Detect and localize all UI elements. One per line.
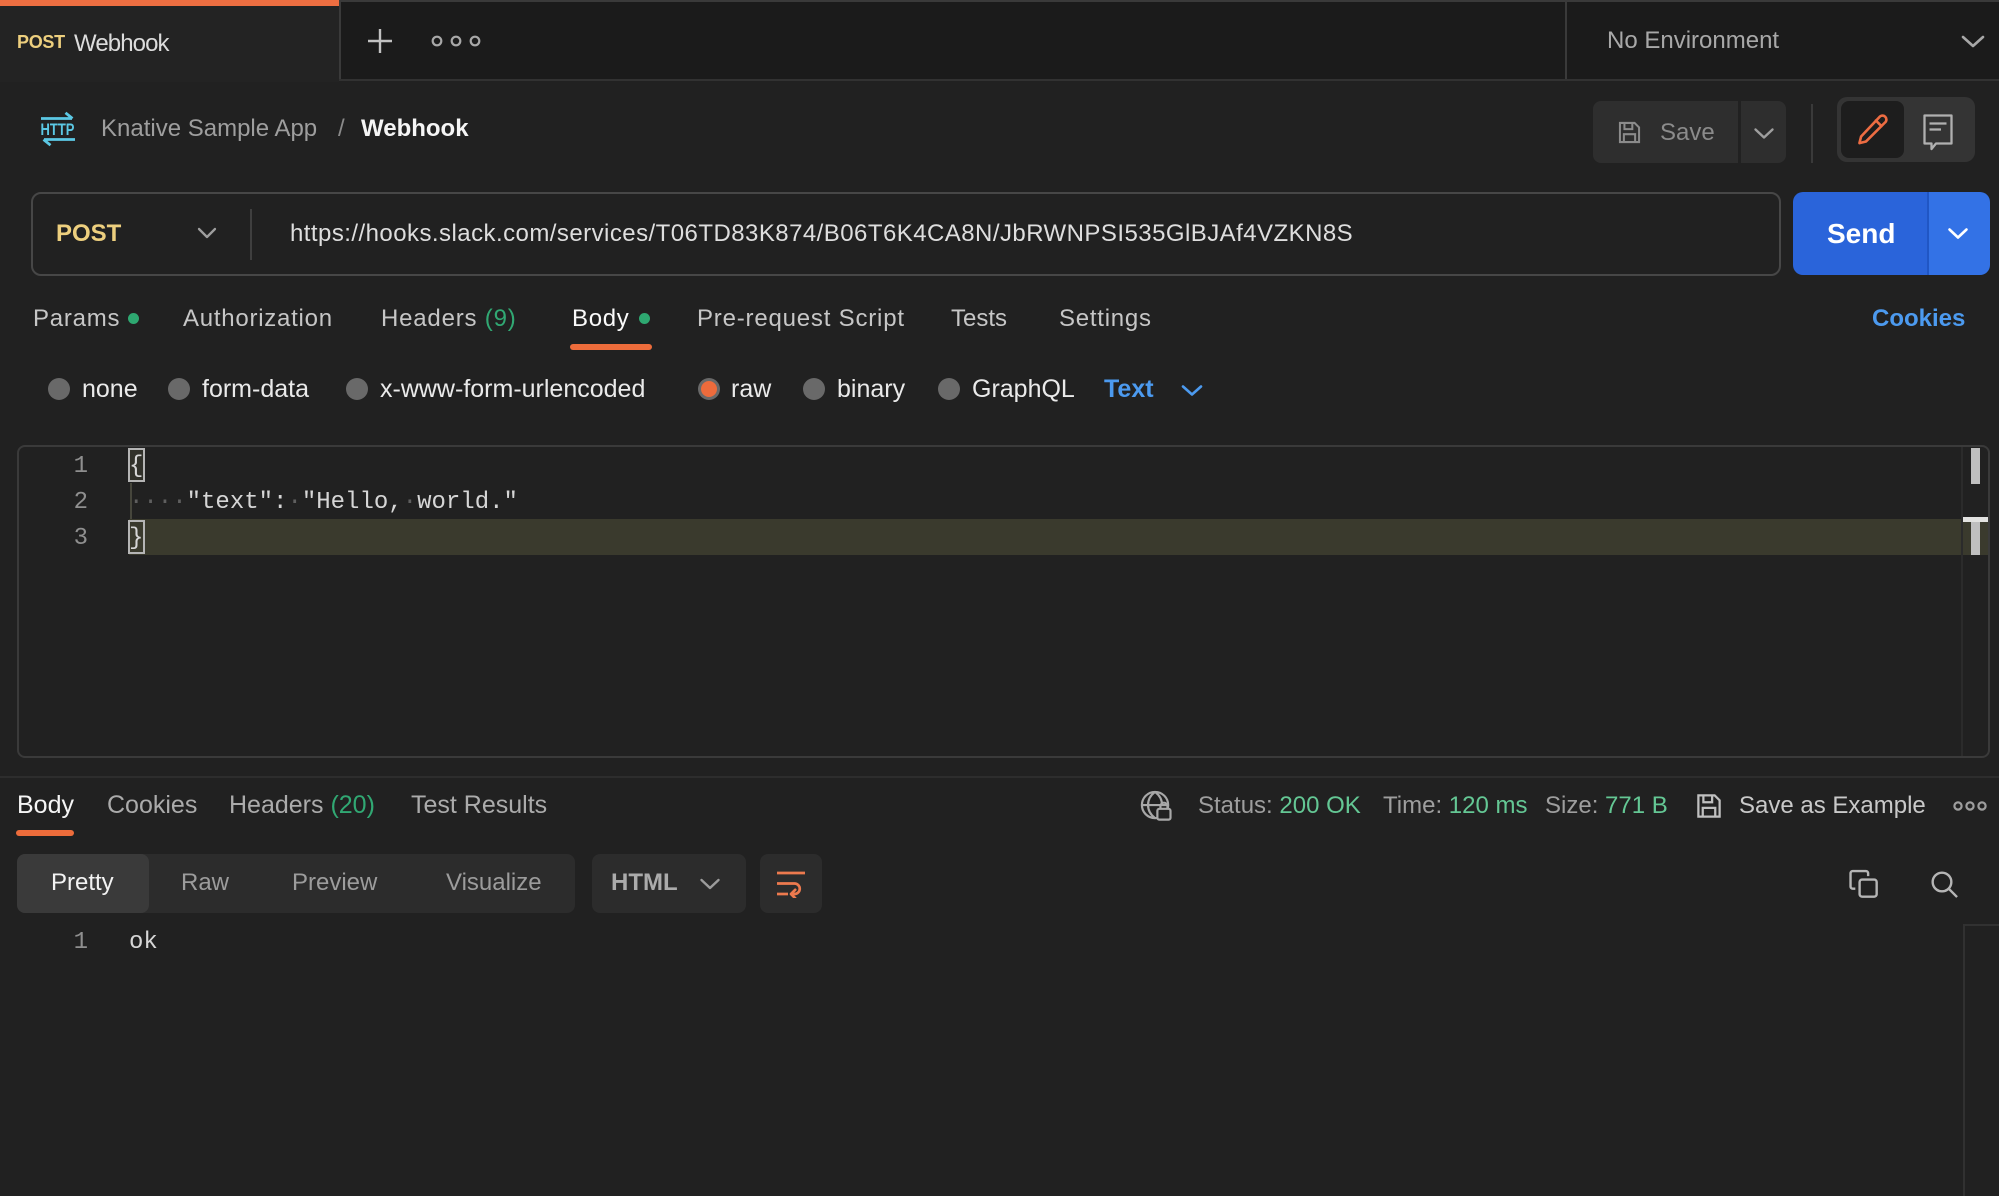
svg-text:HTTP: HTTP <box>41 120 75 139</box>
